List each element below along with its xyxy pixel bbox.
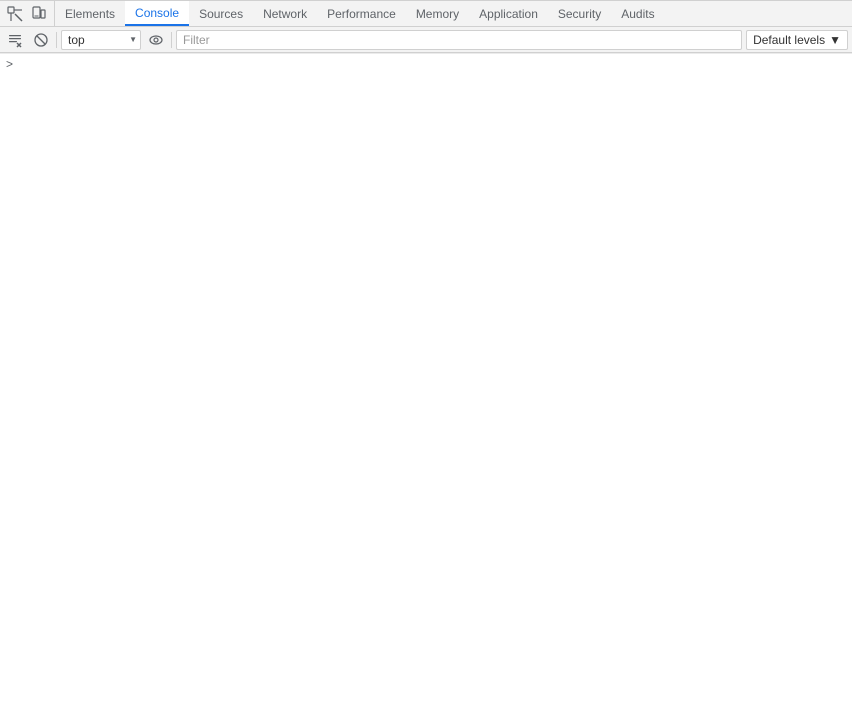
tab-audits[interactable]: Audits [611, 1, 664, 26]
eye-icon [148, 32, 164, 48]
block-icon [33, 32, 49, 48]
tab-sources[interactable]: Sources [189, 1, 253, 26]
tab-performance[interactable]: Performance [317, 1, 406, 26]
inspect-icon [7, 6, 23, 22]
tabs-bar: Elements Console Sources Network Perform… [0, 1, 852, 27]
console-prompt[interactable]: > [0, 53, 852, 73]
context-selector-wrapper: top ▼ [61, 30, 141, 50]
tab-console[interactable]: Console [125, 1, 189, 26]
filter-input[interactable] [176, 30, 742, 50]
prompt-arrow: > [6, 57, 13, 71]
clear-icon [7, 32, 23, 48]
context-selector[interactable]: top [61, 30, 141, 50]
tab-application[interactable]: Application [469, 1, 548, 26]
tab-security[interactable]: Security [548, 1, 611, 26]
devtools-container: Elements Console Sources Network Perform… [0, 0, 852, 704]
console-content: > [0, 53, 852, 704]
device-toolbar-button[interactable] [28, 3, 50, 25]
levels-selector[interactable]: Default levels ▼ [746, 30, 848, 50]
levels-dropdown-arrow: ▼ [829, 33, 841, 47]
toolbar-icons [0, 1, 55, 26]
block-requests-button[interactable] [30, 29, 52, 51]
inspect-element-button[interactable] [4, 3, 26, 25]
levels-label: Default levels [753, 33, 825, 47]
clear-console-button[interactable] [4, 29, 26, 51]
custom-formatters-button[interactable] [145, 29, 167, 51]
tab-network[interactable]: Network [253, 1, 317, 26]
tab-elements[interactable]: Elements [55, 1, 125, 26]
console-toolbar: top ▼ Default levels ▼ [0, 27, 852, 53]
toolbar-divider-2 [171, 32, 172, 48]
tabs-list: Elements Console Sources Network Perform… [55, 1, 852, 26]
toolbar-divider [56, 32, 57, 48]
device-icon [31, 6, 47, 22]
tab-memory[interactable]: Memory [406, 1, 469, 26]
